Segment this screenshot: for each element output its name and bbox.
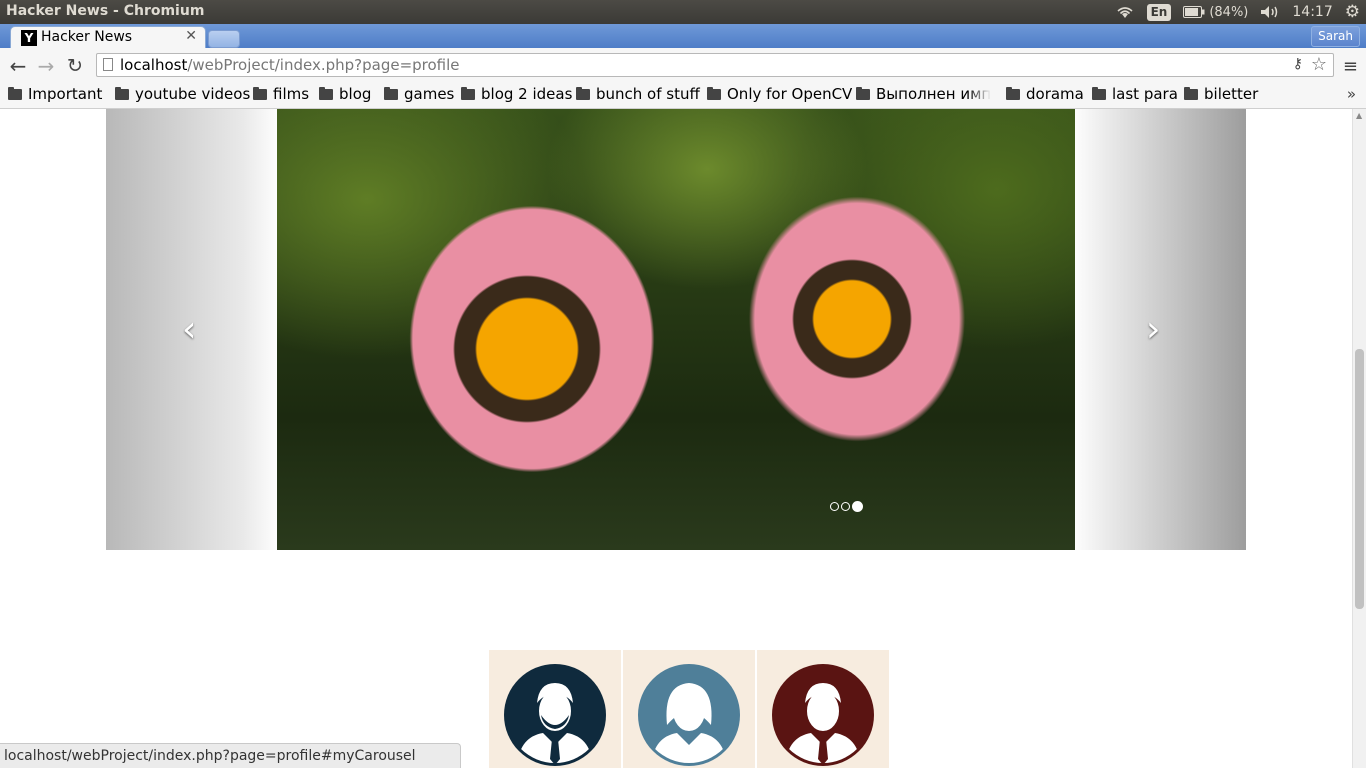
bookmark-label: youtube videos xyxy=(135,85,251,103)
gear-icon[interactable]: ⚙ xyxy=(1345,2,1360,22)
folder-icon xyxy=(319,86,333,100)
bookmark-folder-item[interactable]: blog 2 ideas xyxy=(461,85,572,103)
battery-indicator[interactable]: (84%) xyxy=(1183,5,1248,20)
url-host: localhost xyxy=(120,56,188,74)
bookmarks-overflow-chevron-icon[interactable]: » xyxy=(1347,85,1356,103)
bookmark-folder-item[interactable]: dorama xyxy=(1006,85,1084,103)
wifi-icon[interactable] xyxy=(1115,5,1135,19)
bookmark-label: dorama xyxy=(1026,85,1084,103)
folder-icon xyxy=(856,86,870,100)
folder-icon xyxy=(8,86,22,100)
folder-icon xyxy=(253,86,267,100)
folder-icon xyxy=(1184,86,1198,100)
bookmark-label: films xyxy=(273,85,310,103)
battery-percent: (84%) xyxy=(1209,4,1249,20)
man-avatar-icon xyxy=(504,664,606,766)
page-icon xyxy=(103,58,113,71)
carousel-next-chevron-icon[interactable]: › xyxy=(1146,309,1160,350)
bookmark-folder-item[interactable]: films xyxy=(253,85,309,103)
back-arrow-icon[interactable]: ← xyxy=(6,54,30,78)
tab-hacker-news[interactable]: Y Hacker News ✕ xyxy=(10,26,206,48)
url-text: localhost/webProject/index.php?page=prof… xyxy=(120,56,460,74)
scrollbar-thumb[interactable] xyxy=(1355,349,1364,609)
avatar-card[interactable] xyxy=(489,650,621,768)
status-bubble: localhost/webProject/index.php?page=prof… xyxy=(0,743,461,768)
bookmark-label: Important xyxy=(28,85,103,103)
man-avatar-icon xyxy=(772,664,874,766)
carousel-indicator-dot[interactable] xyxy=(852,501,863,512)
carousel-prev-chevron-icon[interactable]: ‹ xyxy=(182,309,196,350)
reload-icon[interactable]: ↻ xyxy=(63,54,87,78)
bookmark-folder-item[interactable]: Only for OpenCV xyxy=(707,85,852,103)
bookmark-folder-item[interactable]: Выполнен импо xyxy=(856,85,991,103)
page-scrollbar[interactable]: ▲ xyxy=(1352,109,1366,768)
folder-icon xyxy=(707,86,721,100)
bookmark-label: biletter xyxy=(1204,85,1259,103)
folder-icon xyxy=(384,86,398,100)
url-path: /webProject/index.php?page=profile xyxy=(187,56,460,74)
profile-button[interactable]: Sarah xyxy=(1311,26,1360,47)
clock[interactable]: 14:17 xyxy=(1292,4,1332,20)
bookmark-label: bunch of stuff xyxy=(596,85,700,103)
folder-icon xyxy=(461,86,475,100)
y-favicon-icon: Y xyxy=(21,30,37,46)
bookmark-label: Выполнен импо xyxy=(876,85,991,103)
carousel-indicator-dot[interactable] xyxy=(830,502,839,511)
key-icon[interactable]: ⚷ xyxy=(1293,56,1303,72)
tab-strip: Y Hacker News ✕ Sarah xyxy=(0,24,1366,48)
menu-hamburger-icon[interactable]: ≡ xyxy=(1343,56,1358,77)
bookmark-star-icon[interactable]: ☆ xyxy=(1311,54,1327,75)
bookmark-folder-item[interactable]: biletter xyxy=(1184,85,1258,103)
bookmark-label: last para xyxy=(1112,85,1178,103)
bookmark-folder-item[interactable]: Important xyxy=(8,85,102,103)
scroll-up-arrow-icon[interactable]: ▲ xyxy=(1356,111,1362,120)
carousel-indicators xyxy=(830,501,863,512)
carousel-slide-flowers xyxy=(277,109,1075,550)
folder-icon xyxy=(1092,86,1106,100)
browser-toolbar: ← → ↻ localhost/webProject/index.php?pag… xyxy=(0,48,1366,84)
page-content: ‹ › xyxy=(0,109,1352,768)
volume-icon[interactable] xyxy=(1260,5,1280,19)
bookmark-label: blog 2 ideas xyxy=(481,85,573,103)
bookmark-label: blog xyxy=(339,85,372,103)
forward-arrow-icon[interactable]: → xyxy=(34,54,58,78)
folder-icon xyxy=(115,86,129,100)
carousel-indicator-dot[interactable] xyxy=(841,502,850,511)
bookmark-label: Only for OpenCV xyxy=(727,85,853,103)
window-title: Hacker News - Chromium xyxy=(6,3,205,19)
avatar-card[interactable] xyxy=(623,650,755,768)
bookmark-folder-item[interactable]: games xyxy=(384,85,454,103)
bookmark-folder-item[interactable]: bunch of stuff xyxy=(576,85,700,103)
avatar-row xyxy=(489,650,889,768)
bookmarks-bar: Important youtube videos films blog games blo… xyxy=(0,84,1366,109)
keyboard-layout-indicator[interactable]: En xyxy=(1146,3,1172,21)
close-icon[interactable]: ✕ xyxy=(185,28,197,44)
system-tray: En (84%) 14:17 ⚙ xyxy=(1115,0,1366,24)
os-top-panel: Hacker News - Chromium En (84%) 14:17 ⚙ xyxy=(0,0,1366,24)
bookmark-folder-item[interactable]: blog xyxy=(319,85,371,103)
bookmark-folder-item[interactable]: youtube videos xyxy=(115,85,250,103)
image-carousel: ‹ › xyxy=(106,109,1246,550)
new-tab-button[interactable] xyxy=(208,30,240,48)
folder-icon xyxy=(576,86,590,100)
battery-icon xyxy=(1183,6,1205,18)
bookmark-folder-item[interactable]: last para xyxy=(1092,85,1178,103)
avatar-card[interactable] xyxy=(757,650,889,768)
folder-icon xyxy=(1006,86,1020,100)
bookmark-label: games xyxy=(404,85,455,103)
woman-avatar-icon xyxy=(638,664,740,766)
tab-title: Hacker News xyxy=(41,29,133,45)
address-bar[interactable]: localhost/webProject/index.php?page=prof… xyxy=(96,53,1334,77)
